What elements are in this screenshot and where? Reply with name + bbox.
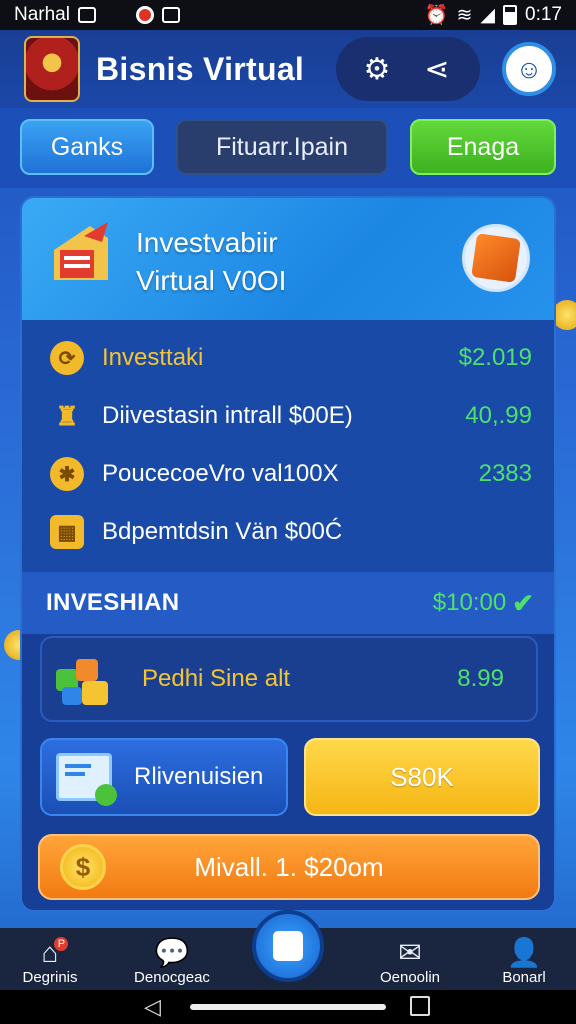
record-icon — [135, 6, 154, 24]
list-item[interactable]: ♜ Diivestasin intrall $00E) 40,.99 — [50, 396, 532, 436]
diversify-button-label: Rlivenuisien — [134, 763, 264, 790]
app-header: Bisnis Virtual ⚙ ⋖ ☺ — [0, 30, 576, 108]
diversify-button[interactable]: Rlivenuisien — [40, 738, 288, 816]
list-item[interactable]: ✱ PoucecoeVro val100X 2383 — [50, 454, 532, 494]
chart-screen-icon — [56, 753, 117, 806]
nav-label: Bonarl — [502, 969, 546, 986]
cube-icon[interactable] — [462, 224, 530, 292]
stock-card-label: Pedhi Sine alt — [142, 665, 291, 692]
alarm-icon: ⏰ — [424, 5, 449, 26]
home-bar[interactable] — [190, 1004, 386, 1010]
gear-icon[interactable]: ⚙ — [354, 46, 400, 92]
gear-coin-icon: ✱ — [50, 457, 84, 491]
stock-card[interactable]: Pedhi Sine alt 8.99 — [40, 636, 538, 722]
row-label: PoucecoeVro val100X — [102, 460, 339, 487]
user-icon: 👤 — [506, 937, 542, 968]
nav-label: Oenoolin — [379, 969, 441, 986]
tab-bar: Ganks Fituarr.Ipain Enaga — [0, 108, 576, 188]
system-navigation-bar: ◁ — [0, 990, 576, 1024]
investment-total-label: INVESHIAN — [46, 589, 180, 616]
nav-item-bonarl[interactable]: 👤 Bonarl — [474, 928, 574, 990]
refresh-coin-icon: ⟳ — [50, 341, 84, 375]
row-label: Diivestasin intrall $00E) — [102, 402, 353, 429]
share-icon[interactable]: ⋖ — [414, 46, 460, 92]
app-logo — [24, 36, 80, 102]
carrier-label: Narhal — [14, 4, 70, 25]
nav-item-denocgeac[interactable]: 💬 Denocgeac — [122, 928, 222, 990]
nav-label: Denocgeac — [134, 969, 210, 986]
status-bar: Narhal ⏰ ≋ ◢ 0:17 — [0, 0, 576, 30]
nav-label: Degrinis — [22, 969, 78, 986]
tab-fituarr[interactable]: Fituarr.Ipain — [176, 119, 388, 175]
row-label: Investtaki — [102, 344, 204, 371]
calculator-icon: ▦ — [50, 515, 84, 549]
recents-icon[interactable] — [410, 996, 430, 1016]
panel-header: Investvabiir Virtual V0OI — [22, 198, 554, 320]
primary-action-button[interactable]: $ Mivall. 1. $20om — [38, 834, 540, 900]
notification-badge: P — [52, 935, 71, 953]
check-icon: ✔ — [512, 587, 534, 618]
row-value: $2.019 — [458, 344, 532, 371]
home-icon: ⌂ P — [42, 935, 71, 969]
battery-icon — [503, 5, 518, 25]
stats-list: ⟳ Investtaki $2.019 ♜ Diivestasin intral… — [22, 320, 554, 572]
chat-icon: 💬 — [154, 937, 190, 968]
panel-title-line2: Virtual V0OI — [136, 265, 287, 296]
blocks-icon — [56, 651, 110, 707]
bottom-navigation: ⌂ P Degrinis 💬 Denocgeac ✉ Oenoolin 👤 Bon… — [0, 910, 576, 990]
row-label: Bdpemtdsin Vän $00Ć — [102, 518, 343, 545]
center-action-icon — [273, 931, 303, 961]
list-item[interactable]: ⟳ Investtaki $2.019 — [50, 338, 532, 378]
primary-action-label: Mivall. 1. $20om — [194, 851, 384, 882]
notification-icon — [77, 7, 96, 23]
message-icon — [161, 7, 180, 23]
tab-ganks[interactable]: Ganks — [20, 119, 154, 175]
header-actions: ⚙ ⋖ — [336, 37, 480, 101]
app-title: Bisnis Virtual — [96, 50, 305, 87]
trophy-icon: ♜ — [55, 400, 79, 431]
wifi-icon: ≋ — [456, 4, 473, 26]
back-icon[interactable]: ◁ — [144, 994, 161, 1020]
mail-icon: ✉ — [398, 937, 422, 968]
panel-title-line1: Investvabiir — [136, 227, 278, 258]
list-item[interactable]: ▦ Bdpemtdsin Vän $00Ć — [50, 512, 532, 552]
signal-icon: ◢ — [480, 4, 496, 26]
investment-panel: Investvabiir Virtual V0OI ⟳ Investtaki $… — [20, 196, 556, 912]
row-value: 2383 — [478, 460, 532, 487]
center-action-button[interactable] — [252, 910, 324, 982]
amount-button[interactable]: S80K — [304, 738, 540, 816]
house-chart-icon — [54, 222, 108, 280]
nav-item-degrinis[interactable]: ⌂ P Degrinis — [0, 928, 100, 990]
panel-title: Investvabiir Virtual V0OI — [136, 224, 286, 300]
investment-total-bar: INVESHIAN $10:00 ✔ — [22, 572, 554, 634]
stock-card-value: 8.99 — [457, 665, 504, 692]
dollar-coin-icon: $ — [60, 844, 106, 890]
nav-item-oenoolin[interactable]: ✉ Oenoolin — [360, 928, 460, 990]
avatar[interactable]: ☺ — [502, 42, 556, 96]
row-value: 40,.99 — [465, 402, 532, 429]
clock: 0:17 — [525, 4, 562, 25]
investment-total-value: $10:00 — [432, 589, 507, 616]
tab-enaga[interactable]: Enaga — [410, 119, 556, 175]
